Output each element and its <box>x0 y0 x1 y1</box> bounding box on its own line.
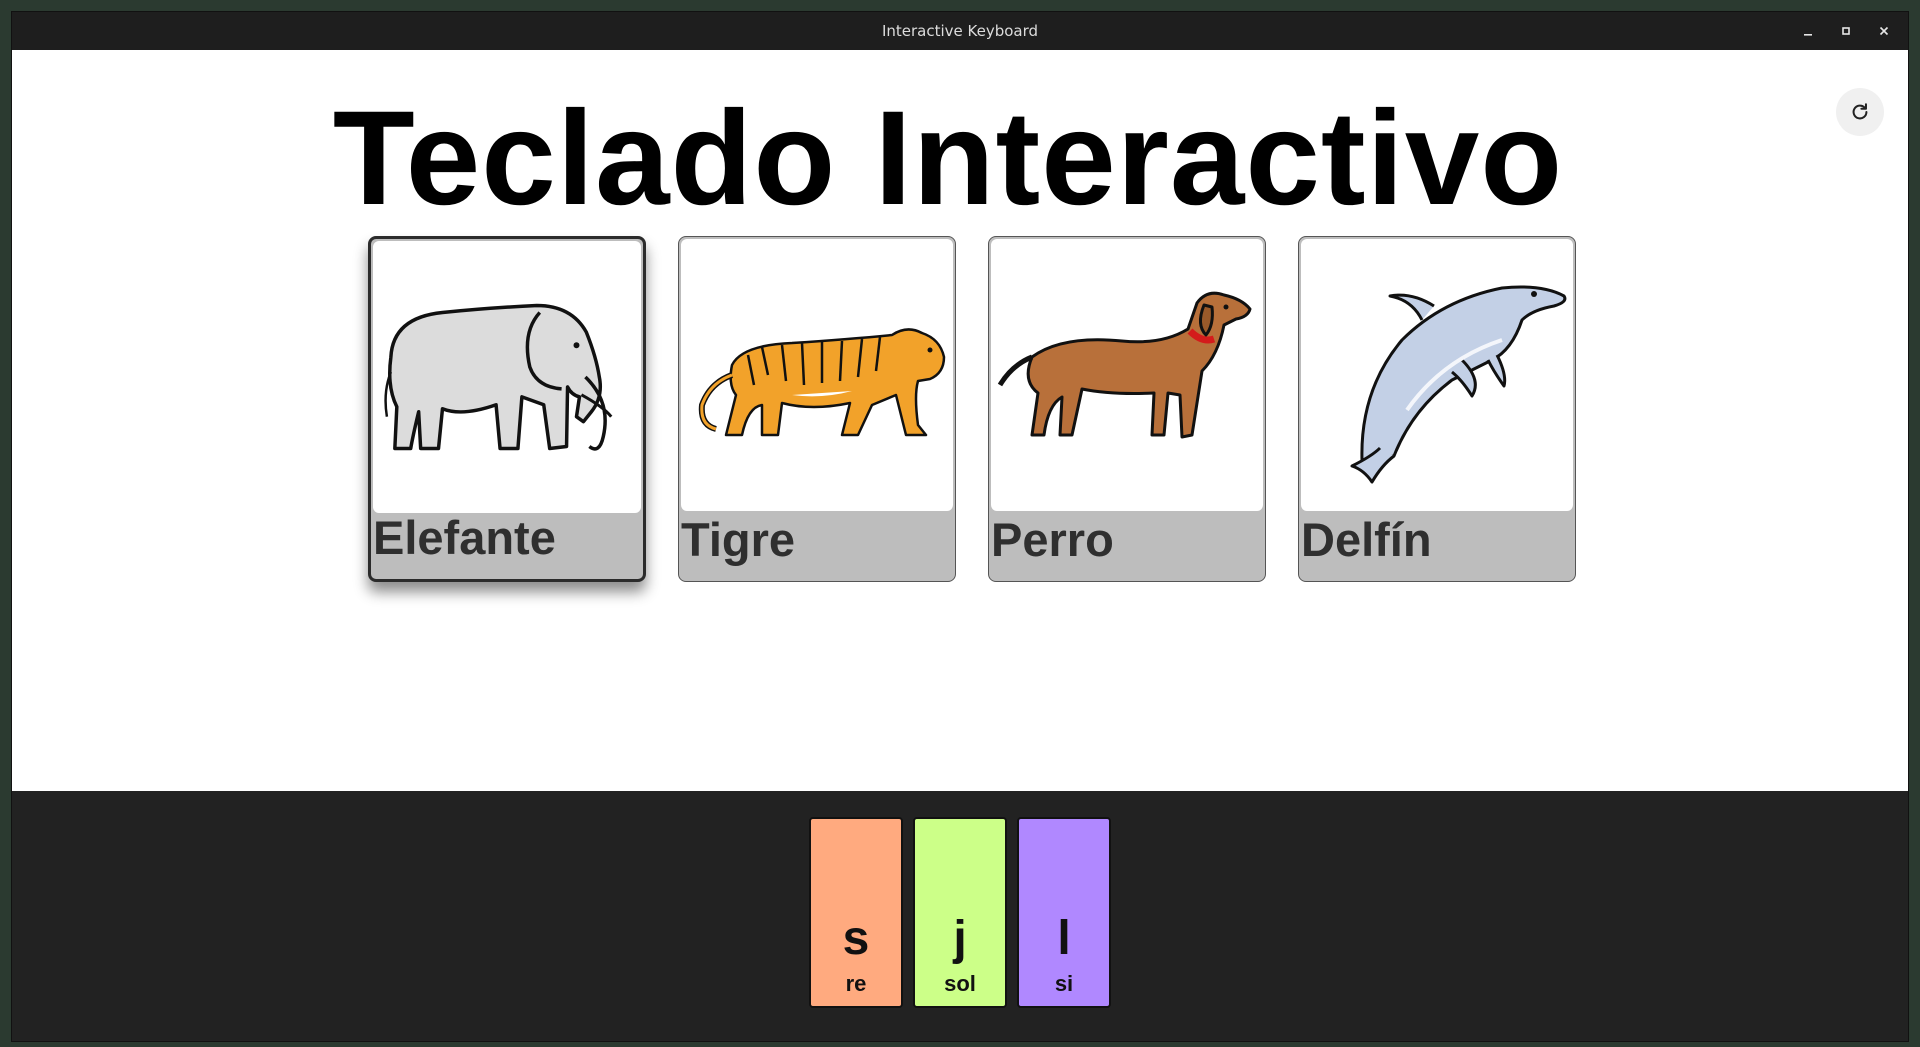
card-delfin[interactable]: Delfín <box>1298 236 1576 582</box>
tiger-image <box>698 328 946 437</box>
elephant-image <box>384 303 613 451</box>
key-letter: j <box>953 912 967 965</box>
key-s[interactable]: s re <box>809 817 903 1008</box>
key-l[interactable]: l si <box>1017 817 1111 1008</box>
card-image-area <box>681 239 953 511</box>
card-tigre[interactable]: Tigre <box>678 236 956 582</box>
key-note: sol <box>944 971 976 996</box>
page-title: Teclado Interactivo <box>332 84 1564 233</box>
window-title: Interactive Keyboard <box>881 22 1039 40</box>
maximize-button[interactable] <box>1830 15 1862 47</box>
key-letter: s <box>842 912 870 965</box>
main-content: Teclado Interactivo Elefante Tigre Perro… <box>12 50 1908 791</box>
minimize-button[interactable] <box>1792 15 1824 47</box>
refresh-button[interactable] <box>1836 88 1884 136</box>
card-perro[interactable]: Perro <box>988 236 1266 582</box>
maximize-icon <box>1842 27 1850 35</box>
minimize-icon <box>1804 34 1812 36</box>
window-controls <box>1792 12 1900 50</box>
card-label: Elefante <box>373 511 556 564</box>
card-image-area <box>373 241 641 513</box>
card-elefante[interactable]: Elefante <box>368 236 646 582</box>
keyboard-panel: s re j sol l si <box>12 791 1908 1041</box>
app-window: Interactive Keyboard Teclado Interactivo <box>12 12 1908 1041</box>
card-image-area <box>991 239 1263 511</box>
card-label: Perro <box>991 513 1114 566</box>
key-note: si <box>1054 971 1074 996</box>
key-letter: l <box>1057 912 1071 965</box>
card-label: Delfín <box>1301 513 1432 566</box>
refresh-icon <box>1852 103 1868 120</box>
card-image-area <box>1301 239 1573 511</box>
card-label: Tigre <box>681 513 796 566</box>
key-j[interactable]: j sol <box>913 817 1007 1008</box>
key-note: re <box>845 971 867 996</box>
dog-image <box>997 291 1252 439</box>
dolphin-image <box>1350 285 1567 484</box>
close-button[interactable] <box>1868 15 1900 47</box>
title-bar: Interactive Keyboard <box>12 12 1908 50</box>
close-icon <box>1879 26 1889 36</box>
